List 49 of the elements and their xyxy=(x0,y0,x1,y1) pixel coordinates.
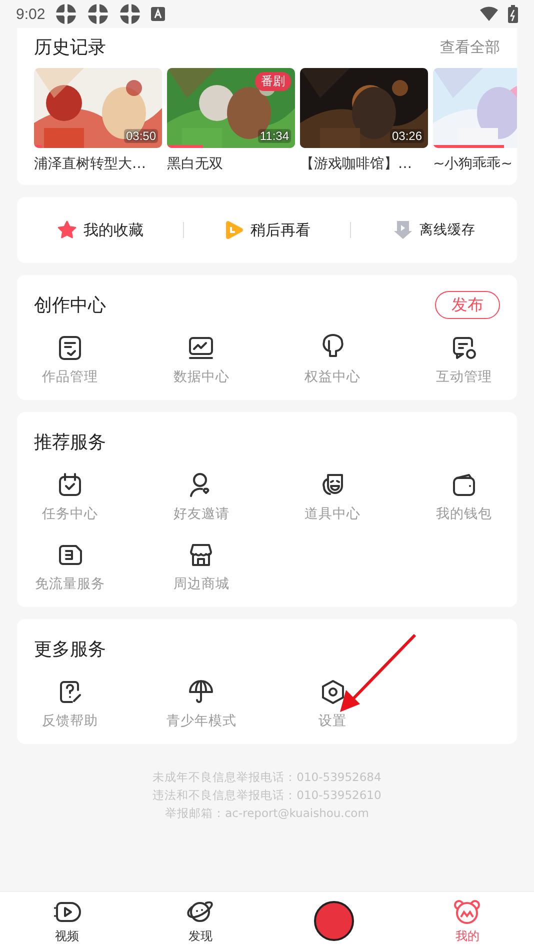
shortcut-button[interactable]: 稍后再看 xyxy=(184,220,350,240)
bear-face-icon xyxy=(452,898,482,926)
keyboard-notice-icon xyxy=(151,7,166,21)
service-item[interactable]: 权益中心 xyxy=(292,334,373,386)
nav-tab[interactable]: 视频 xyxy=(0,892,134,950)
category-badge: 番剧 xyxy=(255,72,291,91)
service-item[interactable]: 周边商城 xyxy=(161,541,242,593)
checklist-icon xyxy=(56,334,84,362)
umbrella-icon xyxy=(187,678,216,706)
section-title: 推荐服务 xyxy=(34,431,106,454)
video-duration: 03:26 xyxy=(390,129,424,143)
publish-button[interactable]: 发布 xyxy=(435,291,500,319)
aperture-icon xyxy=(119,3,142,25)
battery-icon xyxy=(508,5,518,23)
star-icon xyxy=(56,220,76,240)
chart-icon xyxy=(187,334,216,362)
nav-tab[interactable]: 我的 xyxy=(400,892,534,950)
section-title: 更多服务 xyxy=(34,638,106,661)
video-title[interactable]: 黑白无双 xyxy=(167,155,295,173)
service-item[interactable]: 反馈帮助 xyxy=(30,678,110,730)
wifi-icon xyxy=(480,6,498,22)
aperture-icon xyxy=(55,3,78,25)
service-item[interactable]: 我的钱包 xyxy=(424,471,504,523)
service-item[interactable]: 青少年模式 xyxy=(161,678,242,730)
video-duration: 03:50 xyxy=(124,129,158,143)
avatar[interactable] xyxy=(314,901,354,941)
service-item[interactable]: 好友邀请 xyxy=(161,471,242,523)
download-icon xyxy=(392,220,412,240)
video-title[interactable]: 浦泽直树转型大… xyxy=(34,155,162,173)
section-title: 创作中心 xyxy=(34,294,106,317)
service-item[interactable]: 免流量服务 xyxy=(30,541,110,593)
view-all-link[interactable]: 查看全部 xyxy=(440,38,500,56)
aperture-icon xyxy=(87,3,110,25)
nav-tab[interactable]: 发现 xyxy=(134,892,267,950)
video-duration: 11:34 xyxy=(258,129,291,143)
status-time: 9:02 xyxy=(16,6,46,22)
video-title[interactable]: 【游戏咖啡馆】… xyxy=(300,155,428,173)
play-later-icon xyxy=(224,220,244,240)
service-item[interactable]: 设置 xyxy=(292,678,373,730)
service-item[interactable]: 道具中心 xyxy=(292,471,373,523)
video-title[interactable]: ~小狗乖乖~ xyxy=(433,155,517,173)
shortcut-button[interactable]: 离线缓存 xyxy=(351,220,517,240)
service-item[interactable]: 数据中心 xyxy=(161,334,242,386)
shortcut-button[interactable]: 我的收藏 xyxy=(17,220,183,240)
section-title: 历史记录 xyxy=(34,36,106,59)
calendar-check-icon xyxy=(56,471,84,499)
service-item[interactable]: 作品管理 xyxy=(30,334,110,386)
service-item[interactable]: 任务中心 xyxy=(30,471,110,523)
service-item[interactable]: 互动管理 xyxy=(424,334,504,386)
